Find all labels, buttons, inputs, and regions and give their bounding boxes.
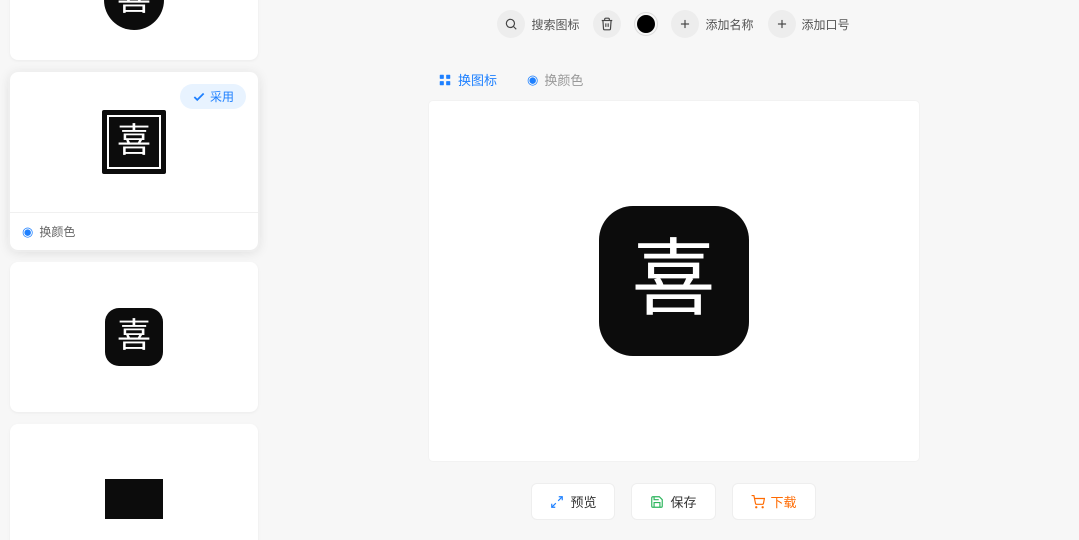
save-icon	[650, 495, 664, 509]
logo-card-2[interactable]: 采用 喜 ◉ 换颜色	[10, 72, 258, 250]
trash-icon	[600, 17, 614, 31]
change-color-tab[interactable]: ◉ 换颜色	[527, 70, 583, 89]
logo-preview-4	[10, 424, 258, 540]
canvas-logo: 喜	[599, 206, 749, 356]
canvas[interactable]: 喜	[429, 101, 919, 461]
change-color-label: 换颜色	[544, 70, 583, 89]
add-name-label: 添加名称	[705, 16, 753, 33]
logo-card-3[interactable]: 喜	[10, 262, 258, 412]
search-label: 搜索图标	[531, 16, 579, 33]
submenu: 换图标 ◉ 换颜色	[438, 70, 1079, 89]
grid-icon	[438, 73, 452, 87]
logo-preview-3: 喜	[10, 262, 258, 412]
search-icon-button[interactable]: 搜索图标	[497, 10, 579, 38]
palette-icon: ◉	[22, 224, 33, 240]
sidebar: 喜 采用 喜 ◉ 换颜色 喜	[0, 0, 268, 540]
logo-shape-square	[105, 479, 163, 519]
download-button[interactable]: 下载	[732, 483, 816, 520]
search-icon	[497, 10, 525, 38]
glyph-icon: 喜	[117, 320, 151, 354]
preview-button[interactable]: 预览	[531, 483, 615, 520]
logo-card-1[interactable]: 喜	[10, 0, 258, 60]
save-label: 保存	[670, 492, 696, 511]
change-icon-tab[interactable]: 换图标	[438, 70, 497, 89]
glyph-icon: 喜	[117, 125, 151, 159]
cart-icon	[751, 495, 765, 509]
add-slogan-button[interactable]: 添加口号	[768, 10, 850, 38]
plus-icon	[671, 10, 699, 38]
check-icon	[192, 90, 206, 104]
add-slogan-label: 添加口号	[802, 16, 850, 33]
color-swatch[interactable]	[635, 13, 657, 35]
save-button[interactable]: 保存	[631, 483, 715, 520]
logo-shape-square-outline: 喜	[102, 110, 166, 174]
change-color-label: 换颜色	[39, 223, 75, 240]
expand-icon	[550, 495, 564, 509]
card-footer[interactable]: ◉ 换颜色	[10, 212, 258, 250]
palette-icon: ◉	[527, 72, 538, 88]
toolbar: 搜索图标 添加名称 添加口号	[268, 2, 1079, 46]
logo-card-4[interactable]	[10, 424, 258, 540]
add-name-button[interactable]: 添加名称	[671, 10, 753, 38]
plus-icon	[768, 10, 796, 38]
logo-preview-1: 喜	[10, 0, 258, 60]
change-icon-label: 换图标	[458, 70, 497, 89]
download-label: 下载	[771, 492, 797, 511]
preview-label: 预览	[570, 492, 596, 511]
accept-label: 采用	[210, 88, 234, 105]
canvas-wrap: 喜 预览 保存 下载	[268, 101, 1079, 540]
action-bar: 预览 保存 下载	[531, 483, 815, 520]
logo-shape-circle: 喜	[104, 0, 164, 30]
logo-shape-rounded: 喜	[105, 308, 163, 366]
canvas-glyph-icon: 喜	[631, 239, 715, 323]
main: 搜索图标 添加名称 添加口号 换图标	[268, 0, 1079, 540]
accept-badge[interactable]: 采用	[180, 84, 246, 109]
glyph-icon: 喜	[117, 0, 151, 17]
delete-button[interactable]	[593, 10, 621, 38]
